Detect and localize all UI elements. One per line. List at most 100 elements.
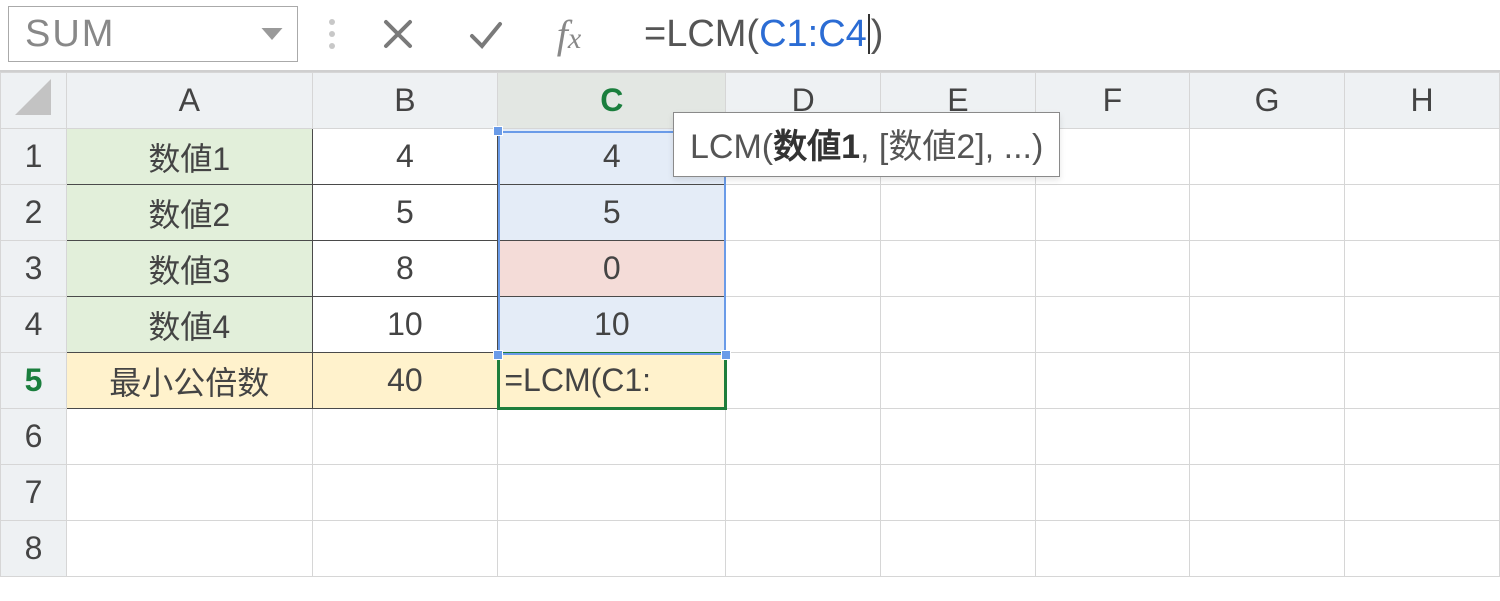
cell-A6[interactable]	[66, 409, 312, 465]
cell-C2[interactable]: 5	[498, 185, 726, 241]
row-header-6[interactable]: 6	[1, 409, 67, 465]
table-row: 6	[1, 409, 1500, 465]
cell-B6[interactable]	[312, 409, 498, 465]
table-row: 5 最小公倍数 40 =LCM(C1:	[1, 353, 1500, 409]
cell-B2[interactable]: 5	[312, 185, 498, 241]
range-handle-icon[interactable]	[493, 350, 503, 360]
tooltip-fn: LCM(	[690, 128, 773, 166]
row-header-5[interactable]: 5	[1, 353, 67, 409]
cell-F2[interactable]	[1035, 185, 1189, 241]
select-all-corner[interactable]	[1, 73, 67, 129]
col-header-G[interactable]: G	[1190, 73, 1345, 129]
enter-button[interactable]	[454, 6, 518, 62]
cell-D4[interactable]	[726, 297, 881, 353]
cell-A3[interactable]: 数値3	[66, 241, 312, 297]
cell-H5[interactable]	[1345, 353, 1500, 409]
cell-D3[interactable]	[726, 241, 881, 297]
formula-text-ref: C1:C4	[759, 13, 867, 56]
formula-text-suffix: )	[871, 13, 884, 56]
cell-G6[interactable]	[1190, 409, 1345, 465]
cell-A1[interactable]: 数値1	[66, 129, 312, 185]
cell-E7[interactable]	[881, 465, 1036, 521]
cell-G4[interactable]	[1190, 297, 1345, 353]
cell-A7[interactable]	[66, 465, 312, 521]
cell-D7[interactable]	[726, 465, 881, 521]
cell-H4[interactable]	[1345, 297, 1500, 353]
cell-B5[interactable]: 40	[312, 353, 498, 409]
row-header-7[interactable]: 7	[1, 465, 67, 521]
cell-F8[interactable]	[1035, 521, 1189, 577]
cell-E2[interactable]	[881, 185, 1036, 241]
text-caret-icon	[868, 14, 870, 54]
cell-G1[interactable]	[1190, 129, 1345, 185]
cell-B1[interactable]: 4	[312, 129, 498, 185]
cell-G3[interactable]	[1190, 241, 1345, 297]
cell-F4[interactable]	[1035, 297, 1189, 353]
cell-H7[interactable]	[1345, 465, 1500, 521]
table-row: 7	[1, 465, 1500, 521]
row-header-3[interactable]: 3	[1, 241, 67, 297]
table-row: 4 数値4 10 10	[1, 297, 1500, 353]
tooltip-arg1: 数値1	[773, 128, 860, 166]
cell-H3[interactable]	[1345, 241, 1500, 297]
cell-C5[interactable]: =LCM(C1:	[498, 353, 726, 409]
cell-C4[interactable]: 10	[498, 297, 726, 353]
cell-B4[interactable]: 10	[312, 297, 498, 353]
insert-function-button[interactable]: fx	[542, 6, 606, 62]
formula-input[interactable]: =LCM(C1:C4)	[630, 6, 1492, 62]
cell-F3[interactable]	[1035, 241, 1189, 297]
col-header-H[interactable]: H	[1345, 73, 1500, 129]
range-handle-icon[interactable]	[493, 126, 503, 136]
col-header-A[interactable]: A	[66, 73, 312, 129]
formula-bar-grip-icon	[322, 19, 342, 49]
cell-G2[interactable]	[1190, 185, 1345, 241]
function-tooltip: LCM(数値1, [数値2], ...)	[673, 112, 1060, 177]
cell-E6[interactable]	[881, 409, 1036, 465]
row-header-1[interactable]: 1	[1, 129, 67, 185]
cell-C7[interactable]	[498, 465, 726, 521]
cell-B3[interactable]: 8	[312, 241, 498, 297]
cell-H2[interactable]	[1345, 185, 1500, 241]
cell-C6[interactable]	[498, 409, 726, 465]
name-box-dropdown-icon[interactable]	[257, 19, 287, 49]
cell-H1[interactable]	[1345, 129, 1500, 185]
cell-B7[interactable]	[312, 465, 498, 521]
cell-A4[interactable]: 数値4	[66, 297, 312, 353]
cell-F7[interactable]	[1035, 465, 1189, 521]
cell-D2[interactable]	[726, 185, 881, 241]
row-header-8[interactable]: 8	[1, 521, 67, 577]
fx-icon: fx	[557, 11, 581, 58]
cell-E3[interactable]	[881, 241, 1036, 297]
cell-D5[interactable]	[726, 353, 881, 409]
table-row: 3 数値3 8 0	[1, 241, 1500, 297]
cell-A8[interactable]	[66, 521, 312, 577]
cell-B8[interactable]	[312, 521, 498, 577]
cell-G7[interactable]	[1190, 465, 1345, 521]
row-header-2[interactable]: 2	[1, 185, 67, 241]
table-row: 2 数値2 5 5	[1, 185, 1500, 241]
cell-C3[interactable]: 0	[498, 241, 726, 297]
col-header-B[interactable]: B	[312, 73, 498, 129]
cell-D8[interactable]	[726, 521, 881, 577]
row-header-4[interactable]: 4	[1, 297, 67, 353]
formula-bar: SUM fx =LCM(C1:C4)	[0, 0, 1500, 70]
cell-G5[interactable]	[1190, 353, 1345, 409]
name-box-value: SUM	[25, 13, 115, 56]
cell-E8[interactable]	[881, 521, 1036, 577]
cell-G8[interactable]	[1190, 521, 1345, 577]
cell-E5[interactable]	[881, 353, 1036, 409]
formula-text-prefix: =LCM(	[644, 13, 759, 56]
name-box[interactable]: SUM	[8, 6, 298, 62]
cell-F6[interactable]	[1035, 409, 1189, 465]
cell-C8[interactable]	[498, 521, 726, 577]
range-handle-icon[interactable]	[721, 350, 731, 360]
cell-H8[interactable]	[1345, 521, 1500, 577]
tooltip-rest: , [数値2], ...)	[860, 128, 1043, 166]
cell-E4[interactable]	[881, 297, 1036, 353]
cell-A5[interactable]: 最小公倍数	[66, 353, 312, 409]
cell-H6[interactable]	[1345, 409, 1500, 465]
cell-D6[interactable]	[726, 409, 881, 465]
cell-F5[interactable]	[1035, 353, 1189, 409]
cell-A2[interactable]: 数値2	[66, 185, 312, 241]
cancel-button[interactable]	[366, 6, 430, 62]
